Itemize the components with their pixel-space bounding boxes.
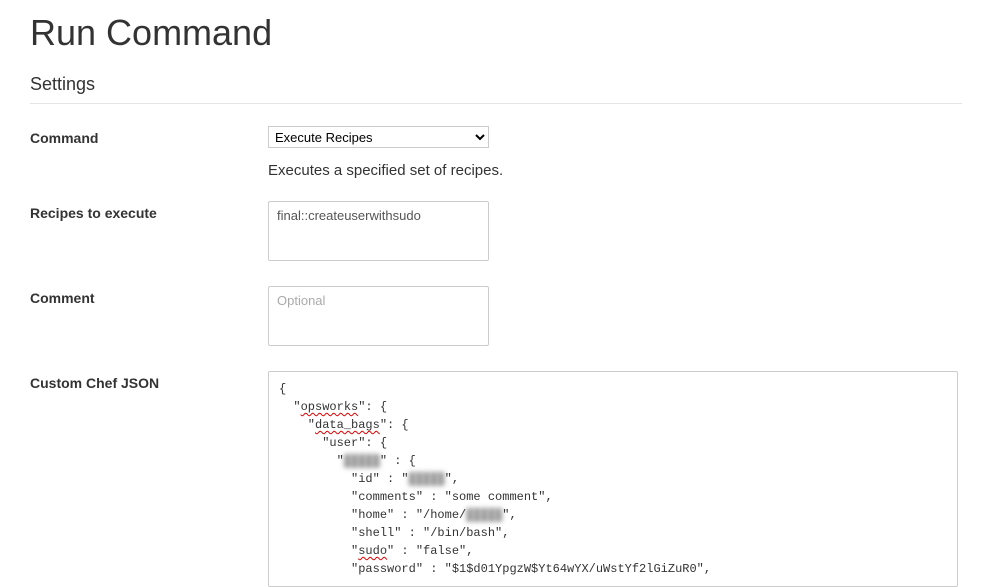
recipes-label: Recipes to execute	[30, 201, 268, 221]
custom-json-row: Custom Chef JSON { "opsworks": { "data_b…	[30, 371, 962, 587]
recipes-input[interactable]: final::createuserwithsudo	[268, 201, 489, 261]
comment-input[interactable]	[268, 286, 489, 346]
comment-row: Comment	[30, 286, 962, 349]
custom-json-input[interactable]: { "opsworks": { "data_bags": { "user": {…	[268, 371, 958, 587]
recipes-row: Recipes to execute final::createuserwith…	[30, 201, 962, 264]
comment-label: Comment	[30, 286, 268, 306]
page-title: Run Command	[30, 12, 962, 54]
command-label: Command	[30, 126, 268, 146]
custom-json-label: Custom Chef JSON	[30, 371, 268, 391]
command-row: Command Execute Recipes Executes a speci…	[30, 126, 962, 179]
settings-heading: Settings	[30, 74, 962, 104]
command-select[interactable]: Execute Recipes	[268, 126, 489, 148]
command-help-text: Executes a specified set of recipes.	[268, 162, 962, 179]
